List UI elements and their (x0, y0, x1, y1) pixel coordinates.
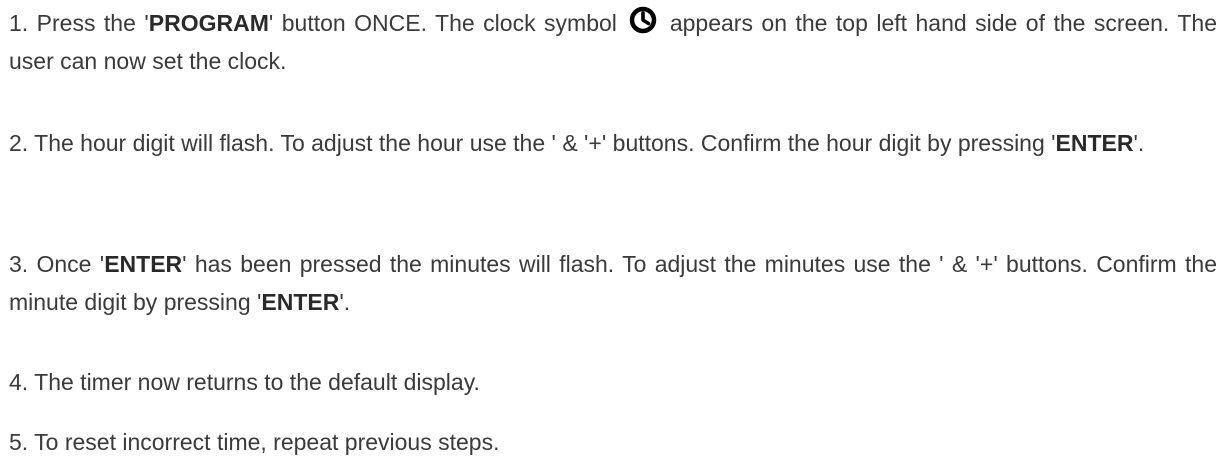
enter-button-label: ENTER (261, 289, 340, 315)
step-text: '. (339, 289, 351, 315)
step-4: 4. The timer now returns to the default … (9, 363, 1217, 401)
step-5: 5. To reset incorrect time, repeat previ… (9, 423, 1217, 461)
step-2: 2. The hour digit will flash. To adjust … (9, 124, 1217, 162)
step-text: '. (1133, 130, 1145, 156)
step-3: 3. Once 'ENTER' has been pressed the min… (9, 245, 1217, 321)
step-number: 4. (9, 369, 35, 395)
enter-button-label: ENTER (104, 251, 183, 277)
step-number: 3. (9, 251, 37, 277)
step-text: ' button ONCE. The clock symbol (268, 10, 626, 36)
step-text: To reset incorrect time, repeat previous… (34, 429, 500, 455)
step-text: Press the ' (36, 10, 149, 36)
step-text: The hour digit will flash. To adjust the… (34, 130, 1056, 156)
program-button-label: PROGRAM (148, 10, 269, 36)
step-text: Once ' (36, 251, 105, 277)
enter-button-label: ENTER (1055, 130, 1134, 156)
step-text: ' has been pressed the minutes will flas… (9, 251, 1217, 315)
step-1: 1. Press the 'PROGRAM' button ONCE. The … (9, 4, 1217, 80)
step-number: 5. (9, 429, 35, 455)
clock-icon (630, 6, 657, 34)
step-number: 1. (9, 10, 37, 36)
step-text: The timer now returns to the default dis… (34, 369, 480, 395)
step-number: 2. (9, 130, 35, 156)
